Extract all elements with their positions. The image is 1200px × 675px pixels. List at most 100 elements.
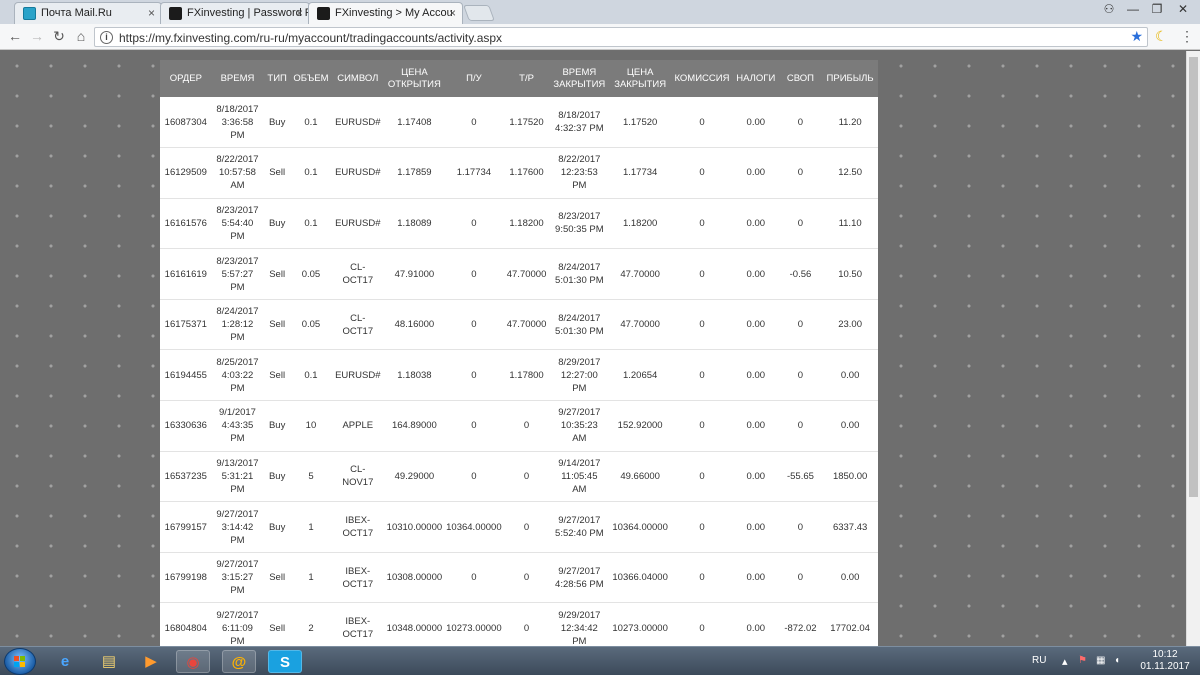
tray-expand-icon[interactable]: ▴ <box>1062 655 1068 668</box>
table-cell: 10 <box>291 400 331 452</box>
column-header: ВРЕМЯ ЗАКРЫТИЯ <box>549 60 610 97</box>
table-cell: 0 <box>778 147 823 199</box>
table-cell: Sell <box>263 349 291 402</box>
start-button[interactable] <box>4 648 36 675</box>
table-cell: Buy <box>263 400 291 452</box>
column-header: Т/Р <box>503 60 550 97</box>
table-row: 16799157 9/27/2017 3:14:42 PM Buy 1 IBEX- OC… <box>160 501 878 553</box>
table-cell: 9/27/2017 5:52:40 PM <box>549 501 610 553</box>
explorer-icon[interactable]: ▤ <box>92 650 126 673</box>
url-text[interactable]: https://my.fxinvesting.com/ru-ru/myaccou… <box>119 31 502 45</box>
table-cell: CL- OCT17 <box>330 248 385 300</box>
chrome-icon[interactable]: ◉ <box>176 650 210 673</box>
table-cell: Sell <box>263 147 291 199</box>
night-mode-extension-icon[interactable]: ☾ <box>1155 28 1168 45</box>
table-cell: EURUSD# <box>330 349 385 402</box>
table-cell: 10273.00000 <box>444 602 504 646</box>
table-cell: 0 <box>503 400 550 452</box>
system-clock[interactable]: 10:12 01.11.2017 <box>1138 649 1192 673</box>
language-indicator[interactable]: RU <box>1032 655 1046 666</box>
column-header: НАЛОГИ <box>732 60 779 97</box>
table-cell: 9/27/2017 10:35:23 AM <box>549 400 610 452</box>
media-player-icon[interactable]: ▶ <box>134 650 168 673</box>
tab-close-icon[interactable]: × <box>148 6 155 20</box>
table-cell: 2 <box>291 602 331 646</box>
table-cell: APPLE <box>330 400 385 452</box>
skype-icon[interactable]: S <box>268 650 302 673</box>
windows-taskbar: e ▤ ▶ ◉ @ S RU ▴ ⚑ ▦ ◖ 10:12 01.11.2017 <box>0 646 1200 675</box>
close-window-button[interactable]: ✕ <box>1174 2 1192 16</box>
table-cell: 5 <box>291 451 331 503</box>
table-cell: 10364.00000 <box>444 501 504 553</box>
ie-icon[interactable]: e <box>48 650 82 673</box>
table-cell: 8/22/2017 10:57:58 AM <box>211 147 264 199</box>
trading-activity-table: ОРДЕР ВРЕМЯ ТИП ОБЪЕМ СИМВОЛ ЦЕНА ОТКРЫТИЯ П/У… <box>160 60 878 646</box>
table-cell: 16804804 <box>160 602 212 646</box>
table-cell: 0.00 <box>822 400 878 452</box>
table-cell: IBEX- OCT17 <box>330 501 385 553</box>
user-profile-icon[interactable]: ⚇ <box>1100 2 1118 16</box>
table-cell: 8/22/2017 12:23:53 PM <box>549 147 610 199</box>
forward-button[interactable]: → <box>28 28 46 44</box>
table-cell: 16129509 <box>160 147 212 199</box>
table-cell: Buy <box>263 451 291 503</box>
column-header: ТИП <box>263 60 291 97</box>
table-cell: 16799198 <box>160 552 212 604</box>
table-cell: 0.00 <box>732 97 779 149</box>
tab-fxinvesting-password[interactable]: FXinvesting | Password R × <box>160 2 310 24</box>
tab-fxinvesting-my-account[interactable]: FXinvesting > My Accou × <box>308 2 463 24</box>
table-cell: 0 <box>444 451 504 503</box>
minimize-button[interactable]: — <box>1124 2 1142 16</box>
table-cell: 0 <box>778 198 823 250</box>
reload-button[interactable]: ↻ <box>50 28 68 45</box>
maximize-button[interactable]: ❐ <box>1148 2 1166 16</box>
table-row: 16129509 8/22/2017 10:57:58 AM Sell 0.1 EURU… <box>160 147 878 199</box>
table-cell: 47.70000 <box>503 299 550 351</box>
table-cell: 0 <box>778 400 823 452</box>
tab-mail-ru[interactable]: Почта Mail.Ru × <box>14 2 162 24</box>
site-info-icon[interactable]: i <box>100 31 113 44</box>
column-header: П/У <box>444 60 504 97</box>
windows-logo-icon <box>14 656 26 668</box>
new-tab-button[interactable] <box>463 5 495 21</box>
table-cell: 0 <box>671 248 733 300</box>
table-cell: 0 <box>671 349 733 402</box>
table-cell: 0 <box>671 400 733 452</box>
scrollbar-thumb[interactable] <box>1189 57 1198 497</box>
table-cell: 0 <box>671 299 733 351</box>
table-cell: 0 <box>671 97 733 149</box>
trading-activity-table-container: ОРДЕР ВРЕМЯ ТИП ОБЪЕМ СИМВОЛ ЦЕНА ОТКРЫТИЯ П/У… <box>160 60 878 646</box>
home-button[interactable]: ⌂ <box>72 28 90 44</box>
address-bar[interactable]: i https://my.fxinvesting.com/ru-ru/myacc… <box>94 27 1148 47</box>
table-cell: 10.50 <box>822 248 878 300</box>
table-cell: Sell <box>263 602 291 646</box>
table-row: 16087304 8/18/2017 3:36:58 PM Buy 0.1 EURUSD… <box>160 97 878 149</box>
bookmark-star-icon[interactable]: ★ <box>1130 28 1143 45</box>
browser-menu-icon[interactable]: ⋮ <box>1180 28 1194 45</box>
table-cell: 8/24/2017 1:28:12 PM <box>211 299 264 351</box>
table-cell: 1.18038 <box>384 349 445 402</box>
table-cell: 9/29/2017 12:34:42 PM <box>549 602 610 646</box>
table-row: 16194455 8/25/2017 4:03:22 PM Sell 0.1 EURUS… <box>160 349 878 402</box>
tab-title: Почта Mail.Ru <box>41 7 112 19</box>
back-button[interactable]: ← <box>6 28 24 44</box>
table-cell: 16087304 <box>160 97 212 149</box>
network-icon[interactable]: ▦ <box>1096 655 1105 666</box>
tab-strip: Почта Mail.Ru × FXinvesting | Password R… <box>0 0 1200 24</box>
table-cell: 0 <box>671 451 733 503</box>
action-center-icon[interactable]: ⚑ <box>1078 655 1087 666</box>
table-cell: 0.00 <box>732 248 779 300</box>
volume-icon[interactable]: ◖ <box>1114 655 1120 666</box>
vertical-scrollbar[interactable] <box>1186 51 1200 646</box>
table-body: 16087304 8/18/2017 3:36:58 PM Buy 0.1 EURUSD… <box>160 97 878 646</box>
table-cell: 1850.00 <box>822 451 878 503</box>
table-cell: 6337.43 <box>822 501 878 553</box>
tab-close-icon[interactable]: × <box>296 6 303 20</box>
table-cell: 8/24/2017 5:01:30 PM <box>549 248 610 300</box>
table-cell: 9/1/2017 4:43:35 PM <box>211 400 264 452</box>
table-cell: EURUSD# <box>330 198 385 250</box>
table-cell: 0.05 <box>291 299 331 351</box>
mail-agent-icon[interactable]: @ <box>222 650 256 673</box>
table-cell: 0.00 <box>732 602 779 646</box>
tab-close-icon[interactable]: × <box>449 6 456 20</box>
